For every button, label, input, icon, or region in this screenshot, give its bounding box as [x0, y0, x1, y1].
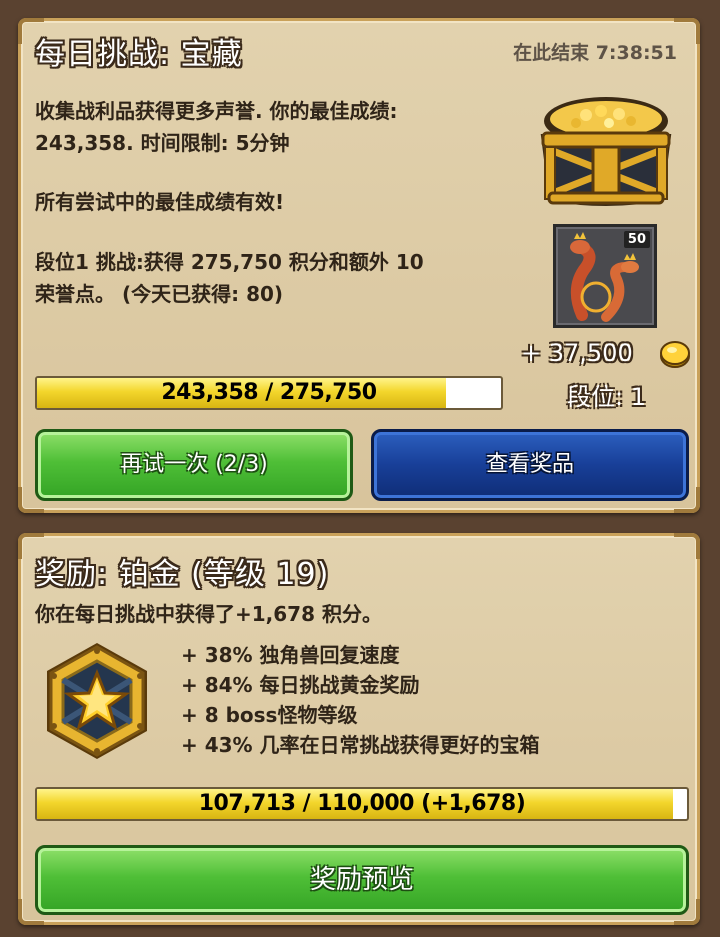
daily-challenge-panel: 每日挑战: 宝藏 在此结束 7:38:51 收集战利品获得更多声誉. 你的最佳成… [18, 18, 700, 513]
star-medal-icon [35, 639, 159, 763]
monster-level-badge: 50 [623, 231, 650, 248]
description-line: 243,358. 时间限制: 5分钟 [35, 131, 290, 155]
tier-requirement: 段位1 挑战:获得 275,750 积分和额外 10 荣誉点。 (今天已获得: … [35, 246, 424, 310]
bonus-item: + 8 boss怪物等级 [181, 703, 358, 727]
treasure-chest-icon [531, 81, 681, 211]
reward-preview-button[interactable]: 奖励预览 [35, 845, 689, 915]
view-prizes-button[interactable]: 查看奖品 [371, 429, 689, 501]
panel-corner [674, 18, 700, 44]
challenge-progress-bar: 243,358 / 275,750 [35, 376, 503, 410]
description-line: 收集战利品获得更多声誉. 你的最佳成绩: [35, 99, 398, 123]
reward-title: 奖励: 铂金 (等级 19) [35, 557, 330, 592]
progress-label: 107,713 / 110,000 (+1,678) [198, 791, 526, 816]
bonus-item: + 38% 独角兽回复速度 [181, 643, 400, 667]
tier-line: 段位1 挑战:获得 275,750 积分和额外 10 [35, 250, 424, 274]
challenge-reward-amount: + 37,500 [521, 339, 633, 367]
bonus-item: + 84% 每日挑战黄金奖励 [181, 673, 420, 697]
retry-button[interactable]: 再试一次 (2/3) [35, 429, 353, 501]
reward-progress-bar: 107,713 / 110,000 (+1,678) [35, 787, 689, 821]
reward-panel: 奖励: 铂金 (等级 19) 你在每日挑战中获得了+1,678 积分。 + 38… [18, 533, 700, 925]
reward-amount-text: + 37,500 [521, 339, 633, 367]
boss-monster-portrait: 50 [553, 224, 657, 328]
panel-corner [674, 533, 700, 559]
challenge-timer: 在此结束 7:38:51 [513, 42, 677, 64]
best-counts-note: 所有尝试中的最佳成绩有效! [35, 190, 285, 214]
progress-label: 243,358 / 275,750 [161, 380, 377, 405]
challenge-title: 每日挑战: 宝藏 [35, 37, 243, 72]
tier-label: 段位: 1 [567, 383, 646, 411]
challenge-description: 收集战利品获得更多声誉. 你的最佳成绩: 243,358. 时间限制: 5分钟 [35, 95, 398, 159]
bonus-item: + 43% 几率在日常挑战获得更好的宝箱 [181, 733, 540, 757]
points-earned-text: 你在每日挑战中获得了+1,678 积分。 [35, 602, 382, 626]
tier-line: 荣誉点。 (今天已获得: 80) [35, 282, 284, 306]
gold-coin-icon [659, 339, 691, 373]
bonus-list: + 38% 独角兽回复速度 + 84% 每日挑战黄金奖励 + 8 boss怪物等… [181, 640, 540, 760]
